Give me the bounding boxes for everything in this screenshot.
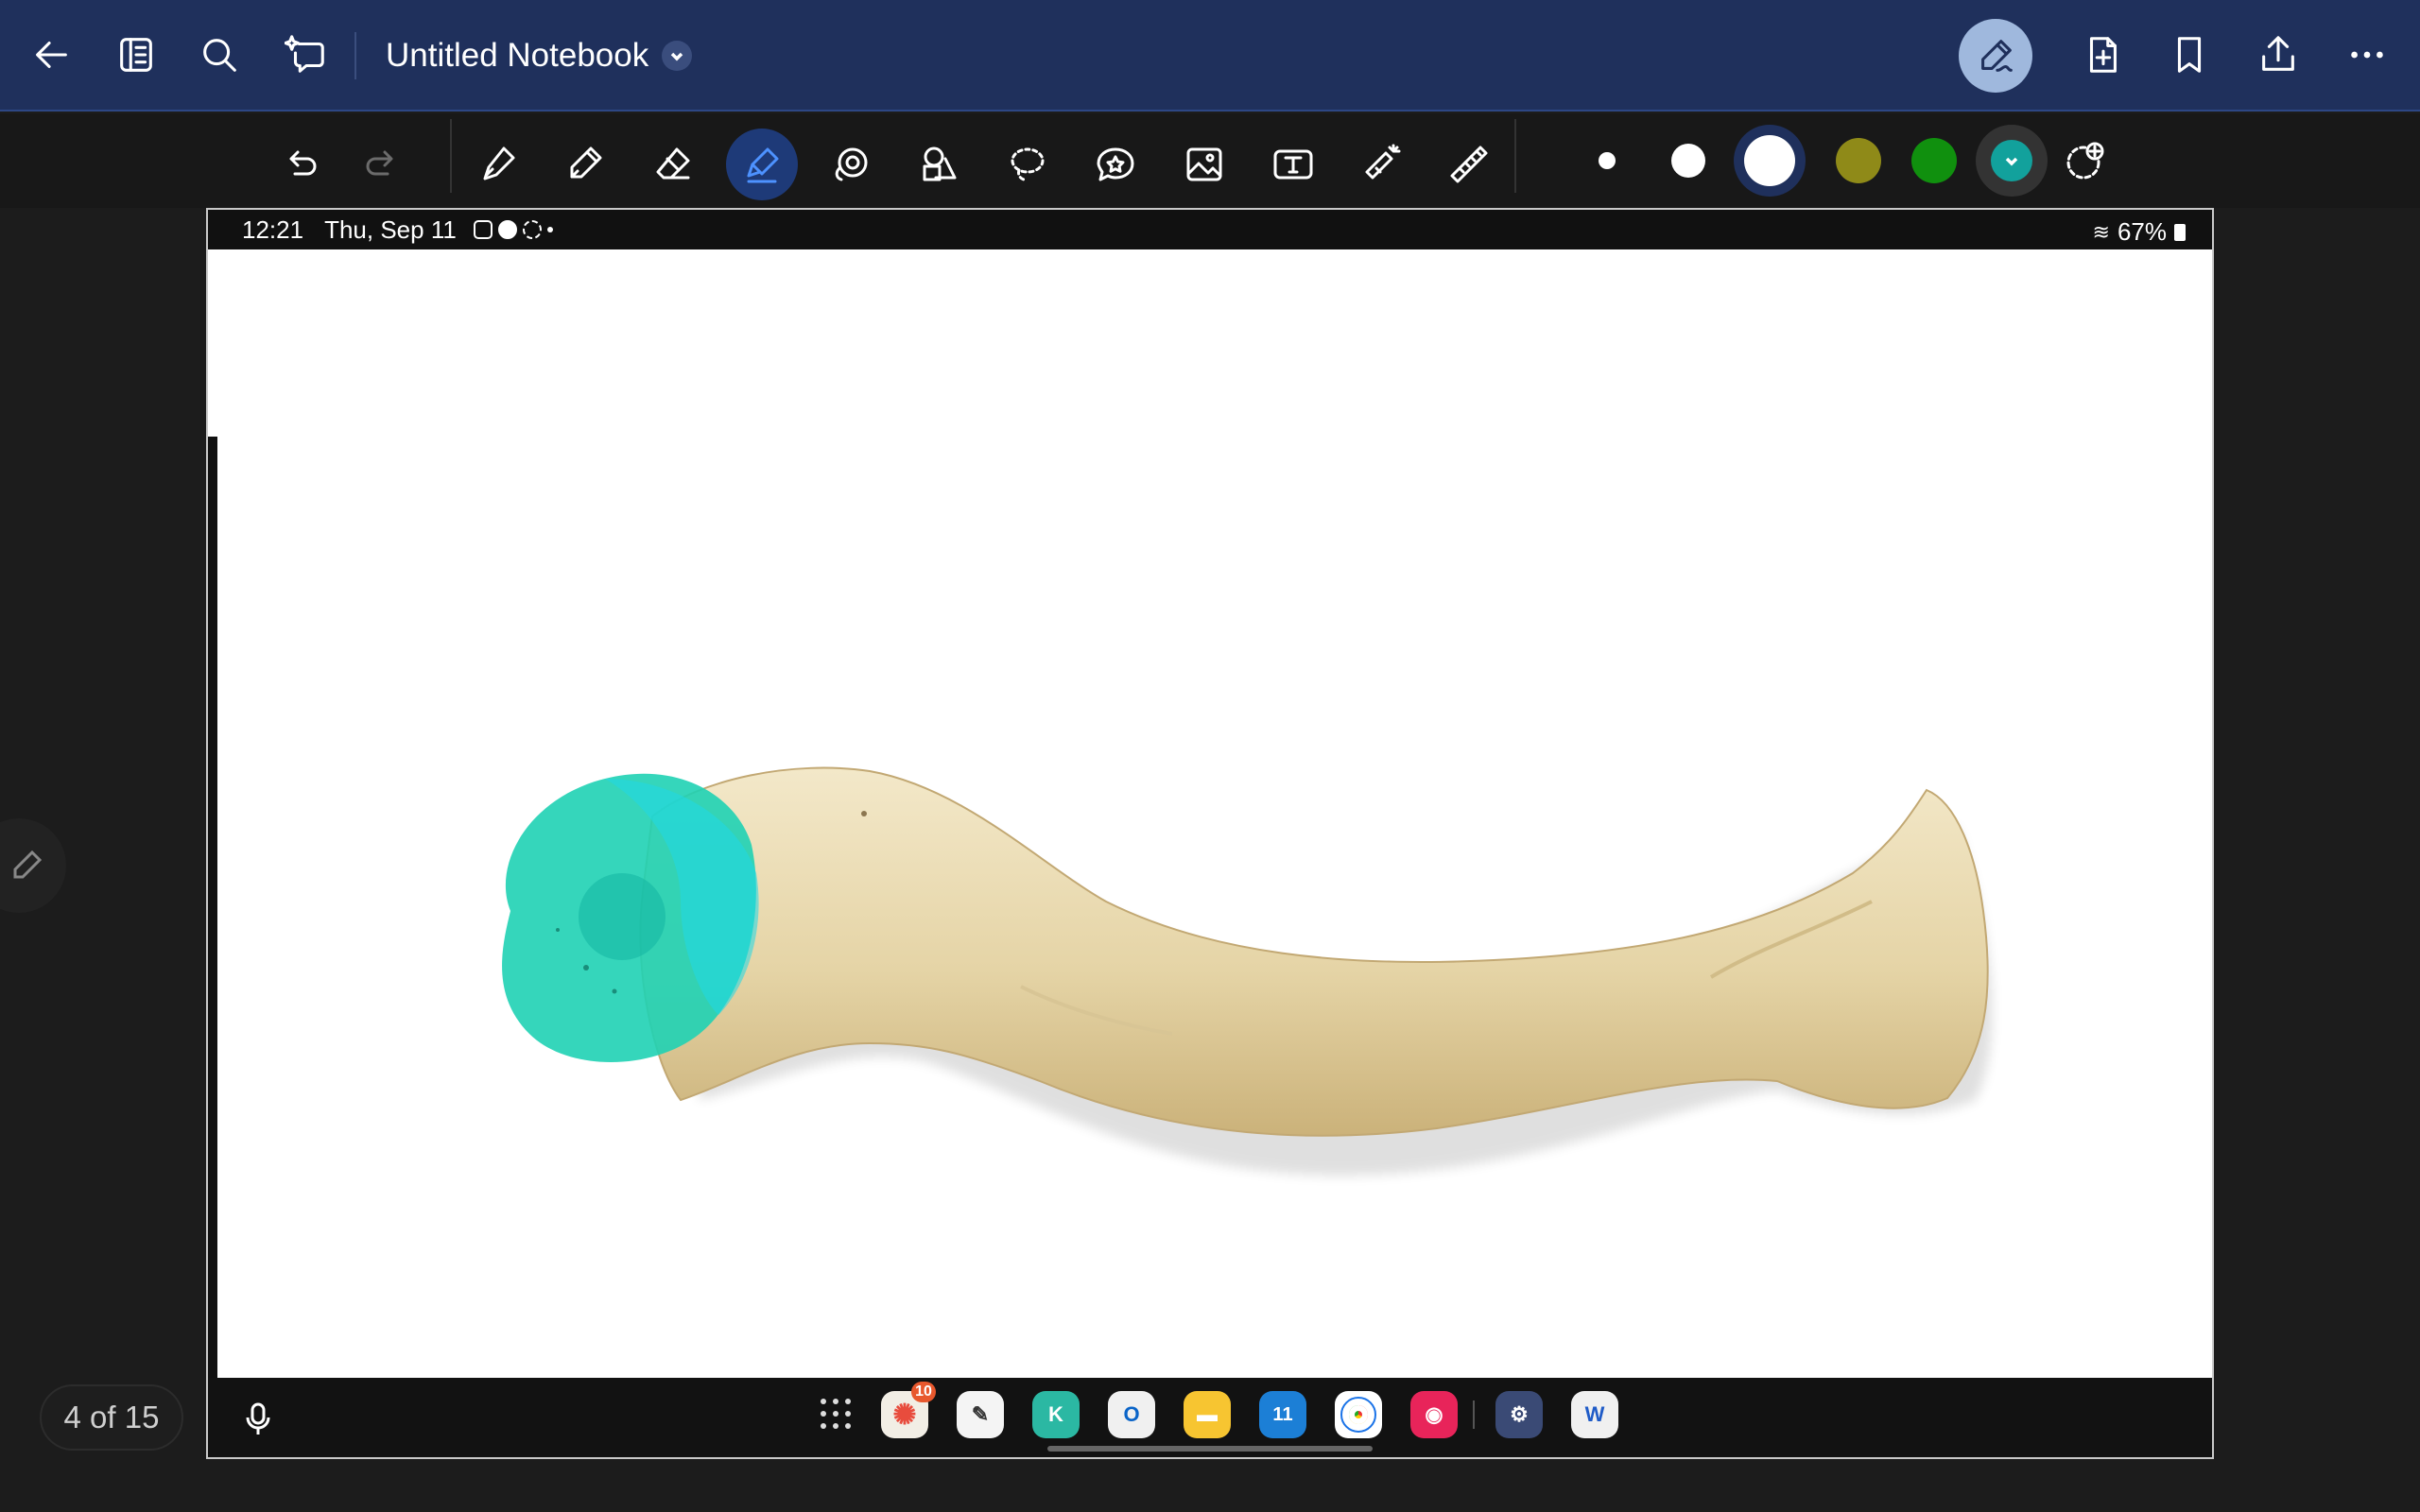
dot-icon (546, 227, 553, 232)
camera-icon: ◉ (1425, 1402, 1443, 1426)
eraser-icon[interactable] (637, 129, 709, 200)
redo-icon[interactable] (346, 129, 418, 200)
home-indicator (1047, 1446, 1373, 1452)
image-icon[interactable] (1168, 129, 1240, 200)
stroke-size-medium[interactable] (1652, 125, 1724, 197)
ai-assist-icon[interactable] (278, 26, 335, 83)
top-bar: Untitled Notebook (0, 0, 2420, 112)
chrome-icon (1340, 1397, 1376, 1433)
dock-app-notes: ✎ (957, 1391, 1004, 1438)
toolbar-divider (450, 119, 452, 193)
sidebar-panel-icon[interactable] (108, 26, 164, 83)
color-olive[interactable] (1823, 125, 1894, 197)
app-drawer-icon (813, 1391, 860, 1438)
status-time: 12:21 (242, 215, 304, 244)
size-dot-medium (1671, 144, 1705, 178)
text-box-icon[interactable] (1257, 129, 1329, 200)
color-green[interactable] (1898, 125, 1970, 197)
app-k-icon: K (1048, 1402, 1063, 1426)
stroke-size-small[interactable] (1571, 125, 1643, 197)
chevron-down-icon (662, 41, 693, 71)
side-pen-button[interactable] (0, 818, 66, 913)
dock-app-pinwheel: ✺ 10 (881, 1382, 936, 1438)
more-icon[interactable] (2339, 26, 2395, 83)
pen-mode-icon[interactable] (1959, 19, 2032, 93)
share-icon[interactable] (2250, 26, 2307, 83)
sticker-icon[interactable] (1080, 129, 1151, 200)
outlook-icon: O (1123, 1402, 1140, 1426)
wifi-icon: ≋ (2092, 219, 2110, 244)
size-dot-small (1599, 152, 1616, 169)
add-page-icon[interactable] (2074, 26, 2131, 83)
dock-app-calendar: 11 (1259, 1391, 1306, 1438)
color-dot-olive (1836, 138, 1881, 183)
shapes-icon[interactable] (902, 129, 974, 200)
battery-icon (2174, 223, 2186, 241)
notebook-title: Untitled Notebook (386, 37, 649, 74)
dock-app-teal: K (1032, 1391, 1080, 1438)
folder-icon: ▬ (1197, 1402, 1218, 1426)
pinwheel-icon: ✺ (892, 1399, 917, 1431)
dock-app-camera: ◉ (1410, 1391, 1458, 1438)
notebook-page[interactable]: 12:21 Thu, Sep 11 ≋ 67% ✺ 10 ✎ K O ▬ 11 … (206, 208, 2214, 1459)
microphone-icon (244, 1402, 272, 1436)
search-icon[interactable] (191, 26, 248, 83)
dock-app-settings: ⚙ (1495, 1391, 1543, 1438)
bookmark-icon[interactable] (2161, 26, 2218, 83)
back-arrow-icon[interactable] (23, 26, 79, 83)
undo-icon[interactable] (265, 129, 337, 200)
device-dock: ✺ 10 ✎ K O ▬ 11 ◉ ⚙ W (208, 1378, 2212, 1457)
dock-app-outlook: O (1108, 1391, 1155, 1438)
clavicle-bone-image (502, 766, 1993, 1176)
stroke-size-large[interactable] (1734, 125, 1806, 197)
highlighter-icon[interactable] (726, 129, 798, 200)
word-icon: W (1584, 1402, 1605, 1426)
dnd-icon (497, 220, 517, 239)
notebook-title-button[interactable]: Untitled Notebook (386, 28, 693, 83)
dock-app-word: W (1571, 1391, 1618, 1438)
add-color-icon[interactable] (2049, 125, 2121, 197)
status-date: Thu, Sep 11 (324, 215, 457, 244)
ruler-icon[interactable] (1433, 129, 1505, 200)
loading-icon (522, 220, 542, 239)
pencil-icon (13, 850, 43, 879)
color-palette-button[interactable] (1976, 125, 2048, 197)
settings-gear-icon: ⚙ (1510, 1402, 1529, 1426)
status-right: ≋ 67% (2093, 217, 2186, 247)
page-indicator[interactable]: 4 of 15 (40, 1384, 183, 1451)
device-status-bar: 12:21 Thu, Sep 11 ≋ 67% (208, 210, 2212, 249)
color-dot-green (1911, 138, 1957, 183)
pencil-icon[interactable] (548, 129, 620, 200)
instagram-icon (473, 220, 493, 239)
battery-level: 67% (2117, 217, 2167, 246)
laser-pointer-icon[interactable] (1344, 129, 1416, 200)
fountain-pen-icon[interactable] (461, 129, 533, 200)
toolbar-divider (1514, 119, 1516, 193)
header-divider (354, 32, 356, 79)
page-indicator-label: 4 of 15 (63, 1400, 160, 1435)
size-dot-large (1744, 135, 1795, 186)
lasso-shape-icon[interactable] (815, 129, 887, 200)
lasso-icon[interactable] (991, 129, 1063, 200)
dock-app-chrome (1335, 1391, 1382, 1438)
selected-color-teal (1991, 140, 2032, 181)
notes-icon: ✎ (971, 1402, 990, 1426)
notification-icons (473, 220, 553, 239)
notification-badge: 10 (911, 1382, 936, 1402)
dock-app-files: ▬ (1184, 1391, 1231, 1438)
dock-divider (1473, 1400, 1475, 1429)
calendar-day: 11 (1272, 1403, 1293, 1425)
